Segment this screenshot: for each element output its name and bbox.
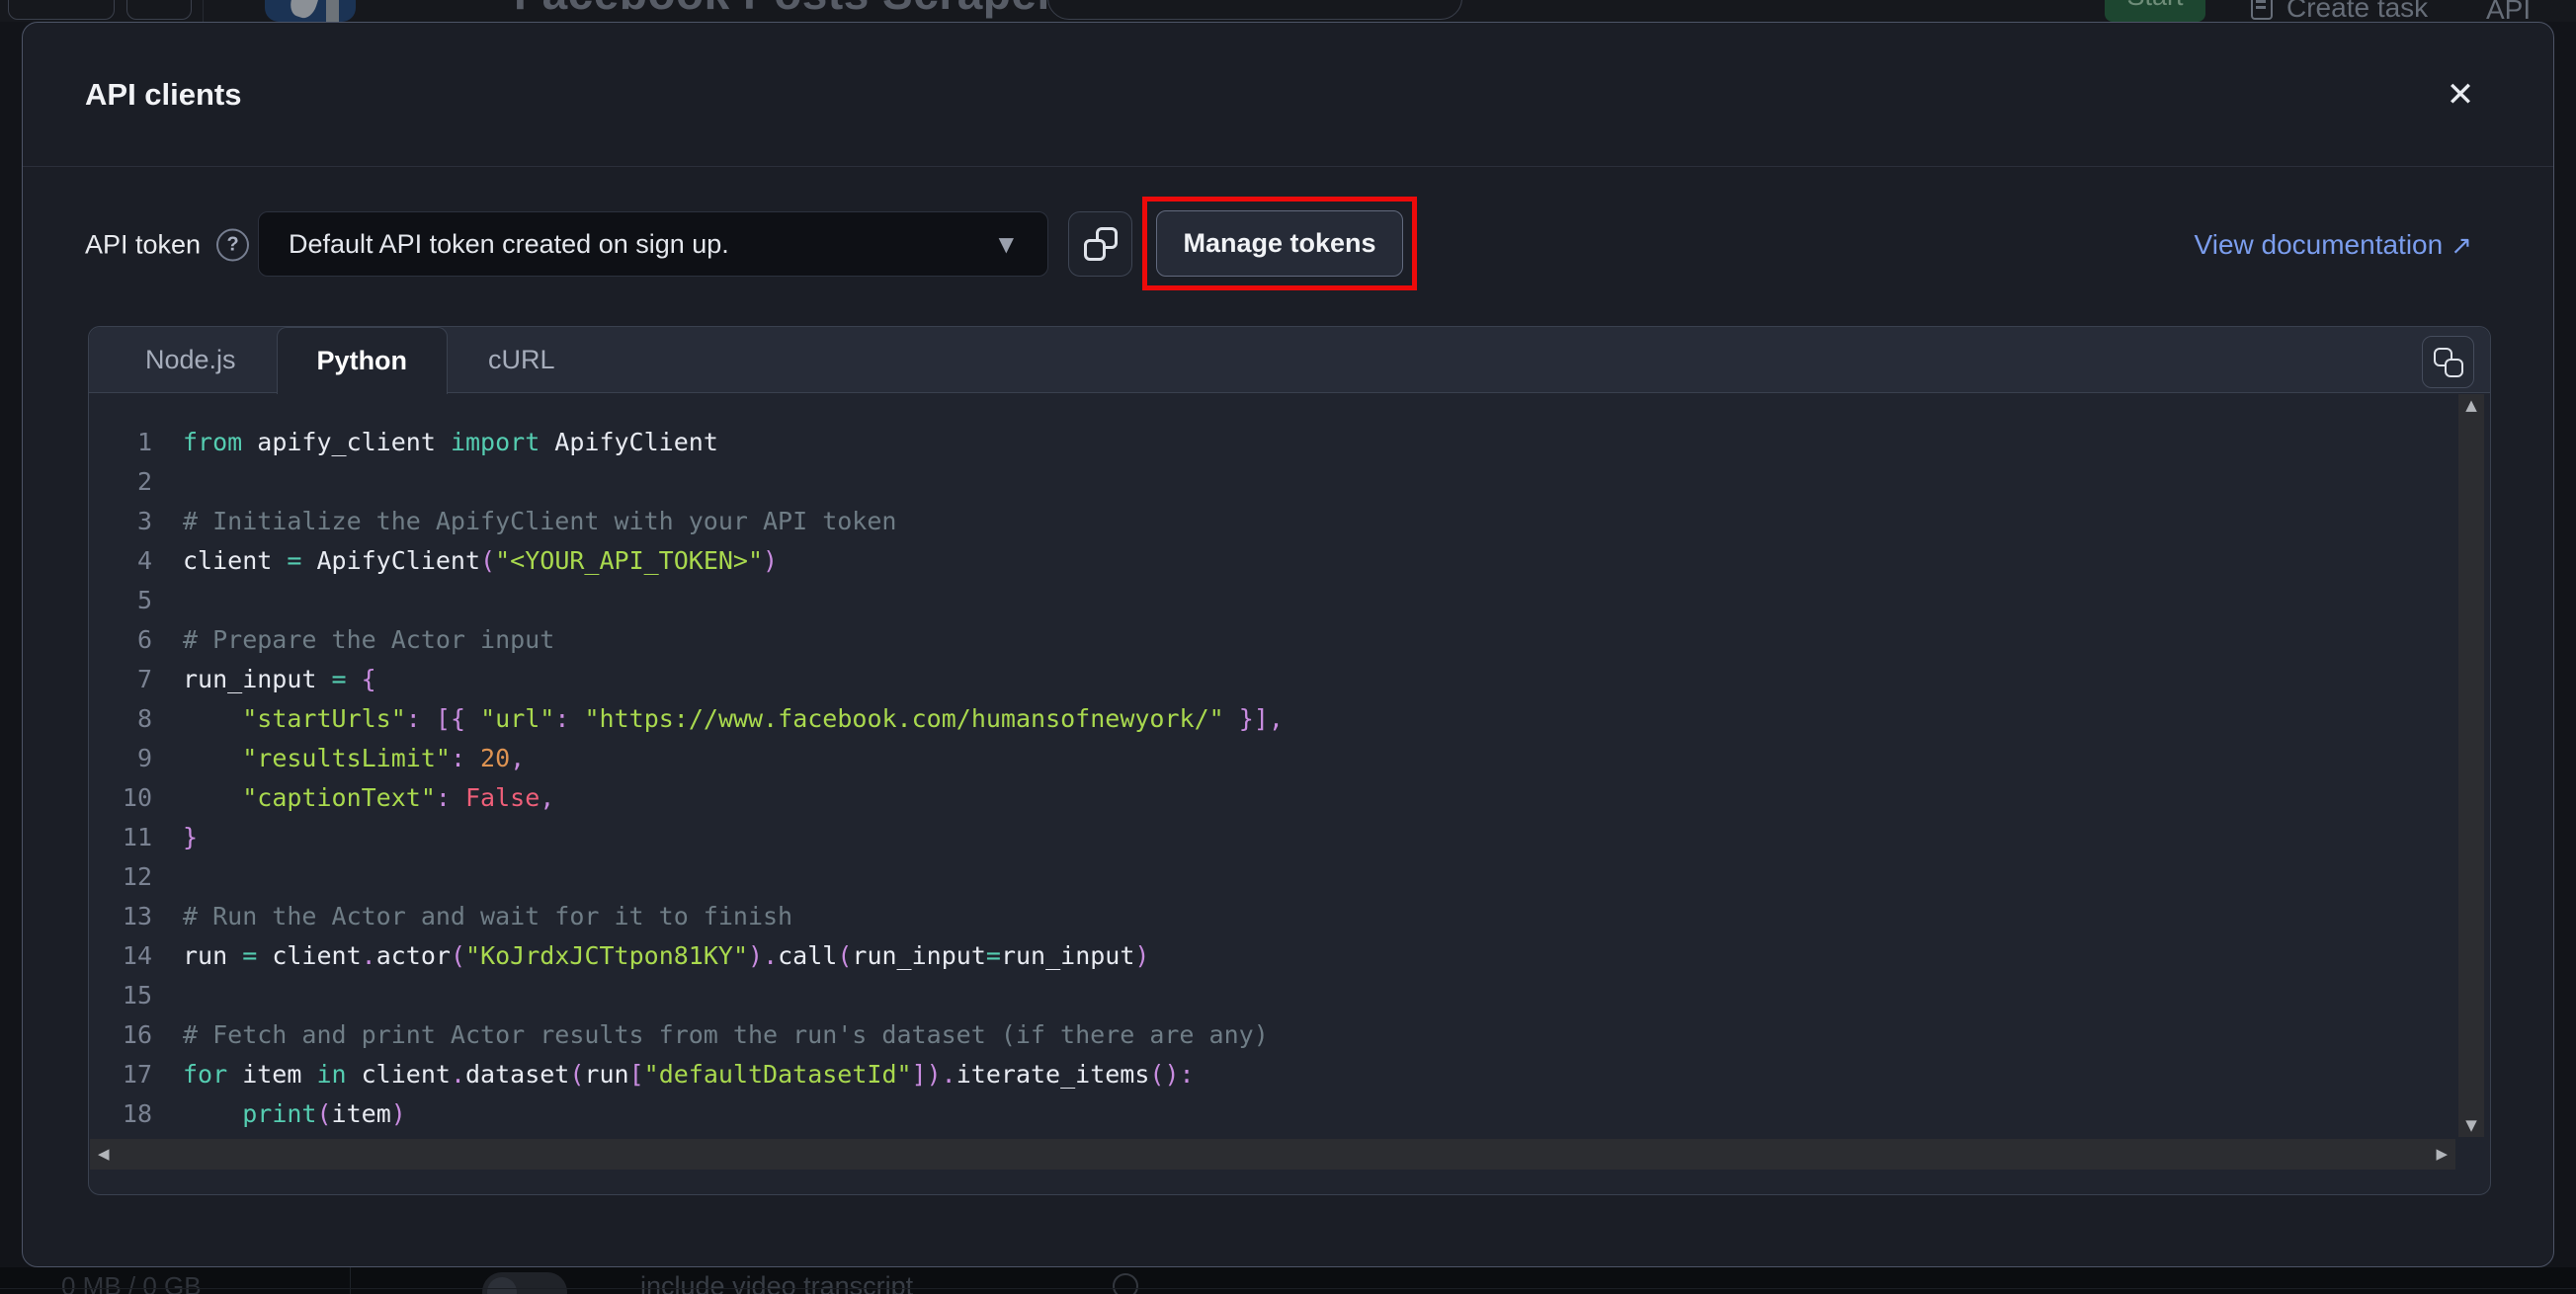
line-number: 4	[136, 546, 152, 575]
line-number: 1	[136, 428, 152, 456]
divider	[0, 1288, 2576, 1289]
line-number: 5	[136, 586, 152, 614]
horizontal-scrollbar[interactable]: ◀ ▶	[90, 1139, 2455, 1170]
line-number: 11	[122, 823, 152, 851]
copy-icon	[1083, 227, 1118, 261]
code-line: 15	[89, 976, 2456, 1015]
line-number: 7	[136, 665, 152, 693]
line-number: 3	[136, 507, 152, 535]
code-line: 3 # Initialize the ApifyClient with your …	[89, 502, 2456, 541]
line-number: 14	[122, 941, 152, 970]
scroll-down-icon[interactable]: ▼	[2465, 1114, 2477, 1137]
modal-header: API clients ✕	[23, 23, 2553, 167]
help-icon[interactable]: ?	[216, 228, 250, 262]
code-line: 11}	[89, 818, 2456, 857]
background-header: Facebook Posts Scraper Start Create task…	[0, 0, 2576, 22]
line-number: 18	[122, 1099, 152, 1128]
line-number: 6	[136, 625, 152, 654]
toggle-switch	[482, 1272, 567, 1294]
chevron-down-icon: ▼	[998, 232, 1014, 256]
background-footer: 0 MB / 0 GB include video transcript	[0, 1267, 2576, 1294]
code-tabbar: Node.js Python cURL	[89, 327, 2490, 394]
code-line: 10 "captionText": False,	[89, 778, 2456, 818]
background-button	[126, 0, 192, 20]
divider	[203, 0, 204, 22]
copy-icon	[2433, 347, 2463, 377]
annotation-highlight: Manage tokens	[1142, 197, 1417, 290]
code-line: 16 # Fetch and print Actor results from t…	[89, 1015, 2456, 1055]
line-number: 10	[122, 783, 152, 812]
code-line: 14 run = client.actor("KoJrdxJCTtpon81KY"…	[89, 936, 2456, 976]
tab-curl[interactable]: cURL	[448, 327, 596, 392]
document-icon	[2251, 0, 2273, 20]
create-task-button: Create task	[2251, 0, 2428, 22]
code-line: 4 client = ApifyClient("<YOUR_API_TOKEN>"…	[89, 541, 2456, 581]
code-line: 2	[89, 462, 2456, 502]
actor-title: Facebook Posts Scraper	[514, 0, 1055, 20]
toggle-label: include video transcript	[640, 1271, 914, 1294]
actor-badge	[1047, 0, 1462, 20]
code-line: 17 for item in client.dataset(run["defaul…	[89, 1055, 2456, 1094]
api-clients-modal: API clients ✕ API token ? Default API to…	[22, 22, 2554, 1267]
start-button: Start	[2105, 0, 2205, 22]
close-button[interactable]: ✕	[2433, 67, 2488, 122]
line-number: 17	[122, 1060, 152, 1089]
api-nav-label: API	[2486, 0, 2532, 22]
page: Facebook Posts Scraper Start Create task…	[0, 0, 2576, 1294]
api-token-row: API token ? Default API token created on…	[23, 168, 2553, 296]
code-line: 6 # Prepare the Actor input	[89, 620, 2456, 660]
vertical-scrollbar[interactable]: ▲ ▼	[2458, 394, 2484, 1137]
actor-icon	[265, 0, 356, 22]
code-line: 5	[89, 581, 2456, 620]
api-token-select-value: Default API token created on sign up.	[289, 228, 729, 259]
view-documentation-link[interactable]: View documentation ↗	[2195, 229, 2472, 261]
modal-title: API clients	[85, 76, 242, 112]
scroll-right-icon[interactable]: ▶	[2436, 1143, 2448, 1166]
tab-python[interactable]: Python	[276, 327, 449, 394]
line-number: 8	[136, 704, 152, 733]
line-number: 12	[122, 862, 152, 891]
code-line: 9 "resultsLimit": 20,	[89, 739, 2456, 778]
usage-label: 0 MB / 0 GB	[61, 1271, 202, 1294]
code-line: 18 print(item)	[89, 1094, 2456, 1134]
code-panel: Node.js Python cURL 1 from apify_client imp…	[88, 326, 2491, 1195]
scroll-left-icon[interactable]: ◀	[98, 1143, 110, 1166]
line-number: 9	[136, 744, 152, 772]
code-line: 8 "startUrls": [{ "url": "https://www.fa…	[89, 699, 2456, 739]
copy-code-button[interactable]	[2422, 336, 2474, 388]
copy-token-button[interactable]	[1068, 211, 1132, 277]
line-number: 2	[136, 467, 152, 496]
line-number: 15	[122, 981, 152, 1010]
scroll-up-icon[interactable]: ▲	[2465, 394, 2477, 417]
code-editor: 1 from apify_client import ApifyClient 2 3 #…	[89, 394, 2456, 1138]
api-token-label: API token ?	[85, 228, 250, 262]
code-line: 13 # Run the Actor and wait for it to fin…	[89, 897, 2456, 936]
code-line: 7 run_input = {	[89, 660, 2456, 699]
code-line: 1 from apify_client import ApifyClient	[89, 423, 2456, 462]
manage-tokens-button[interactable]: Manage tokens	[1156, 210, 1403, 277]
background-button	[8, 0, 115, 20]
tab-nodejs[interactable]: Node.js	[105, 327, 277, 392]
api-token-select[interactable]: Default API token created on sign up. ▼	[258, 211, 1048, 277]
line-number: 16	[122, 1020, 152, 1049]
toggle-knob	[487, 1277, 517, 1294]
divider	[350, 1267, 351, 1294]
line-number: 13	[122, 902, 152, 930]
external-link-icon: ↗	[2451, 231, 2472, 261]
help-icon	[1113, 1273, 1138, 1294]
code-lines: 1 from apify_client import ApifyClient 2 3 #…	[89, 423, 2456, 1134]
code-line: 12	[89, 857, 2456, 897]
